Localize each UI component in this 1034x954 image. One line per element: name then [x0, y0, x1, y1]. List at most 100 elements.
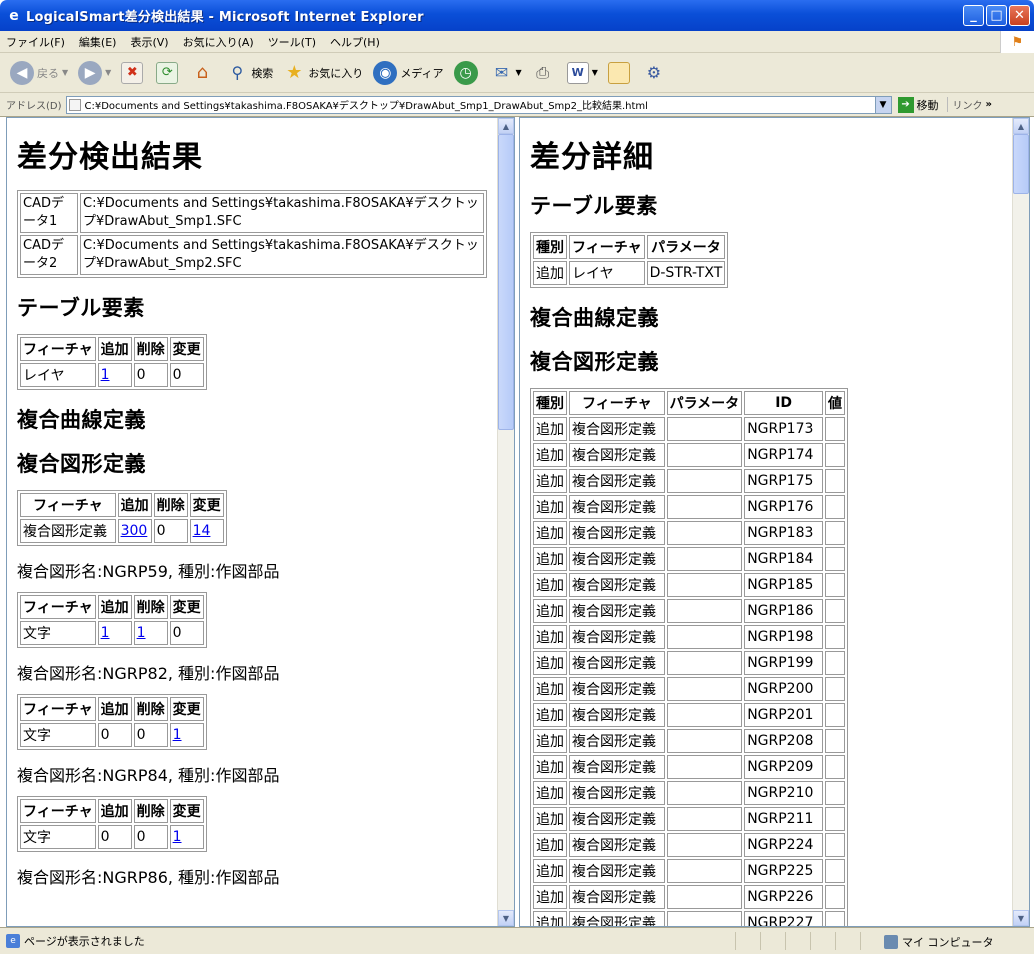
table-cell: 追加: [533, 469, 567, 493]
maximize-button[interactable]: □: [986, 5, 1007, 26]
stop-icon: ✖: [121, 61, 144, 84]
table-row: 追加 複合図形定義 NGRP176: [533, 495, 846, 519]
added-count-link[interactable]: 1: [97, 621, 132, 645]
favorites-label: お気に入り: [308, 66, 364, 80]
table-cell: 追加: [533, 833, 567, 857]
history-button[interactable]: ◷: [453, 60, 481, 85]
table-row: 追加 複合図形定義 NGRP199: [533, 651, 846, 675]
status-divider: [835, 932, 836, 950]
column-header: 追加: [97, 337, 132, 361]
deleted-count-link[interactable]: 1: [133, 621, 168, 645]
links-expand-icon[interactable]: »: [986, 99, 992, 110]
status-divider: [735, 932, 736, 950]
scroll-up-icon[interactable]: ▲: [1013, 118, 1029, 134]
stop-button[interactable]: ✖: [121, 61, 146, 84]
column-header: フィーチャ: [20, 799, 96, 823]
table-cell: NGRP174: [744, 443, 824, 467]
table-row: 追加 複合図形定義 NGRP183: [533, 521, 846, 545]
refresh-button[interactable]: ⟳: [156, 61, 181, 84]
scroll-down-icon[interactable]: ▼: [498, 910, 514, 926]
home-button[interactable]: ⌂: [191, 62, 216, 84]
table-row: 追加 複合図形定義 NGRP226: [533, 885, 846, 909]
table-cell: [666, 781, 743, 805]
table-row: 追加 複合図形定義 NGRP173: [533, 417, 846, 441]
table-row: 追加 複合図形定義 NGRP209: [533, 755, 846, 779]
media-button[interactable]: ◉ メディア: [373, 60, 444, 85]
minimize-button[interactable]: _: [963, 5, 984, 26]
added-count-link[interactable]: 300: [117, 519, 152, 543]
forward-button[interactable]: ▶ ▼: [78, 60, 111, 85]
close-button[interactable]: ✕: [1009, 5, 1030, 26]
address-label: アドレス(D): [6, 101, 62, 112]
table-cell: 追加: [533, 573, 567, 597]
table-cell: [825, 781, 846, 805]
scroll-thumb[interactable]: [1013, 134, 1029, 194]
column-header: フィーチャ: [569, 235, 645, 259]
back-dropdown-icon[interactable]: ▼: [62, 68, 68, 77]
scroll-up-icon[interactable]: ▲: [498, 118, 514, 134]
table-row: 追加 複合図形定義 NGRP211: [533, 807, 846, 831]
table-cell: NGRP175: [744, 469, 824, 493]
table-cell: レイヤ: [569, 261, 645, 285]
table-cell: [825, 911, 846, 926]
go-button[interactable]: ➔ 移動: [897, 96, 939, 113]
mail-icon: ✉: [494, 63, 509, 82]
added-count-link[interactable]: 1: [97, 363, 132, 387]
menu-file[interactable]: ファイル(F): [6, 34, 65, 50]
forward-dropdown-icon[interactable]: ▼: [105, 68, 111, 77]
back-button[interactable]: ◀ 戻る ▼: [10, 60, 68, 85]
changed-count-link[interactable]: 1: [169, 825, 204, 849]
discuss-button[interactable]: [607, 61, 633, 84]
status-divider: [760, 932, 761, 950]
table-cell: 複合図形定義: [569, 677, 665, 701]
column-header: 追加: [117, 493, 152, 517]
menu-favorites[interactable]: お気に入り(A): [183, 34, 254, 50]
right-scrollbar[interactable]: ▲ ▼: [1012, 118, 1029, 926]
scroll-thumb[interactable]: [498, 134, 514, 430]
table-cell: 0: [169, 621, 204, 645]
research-button[interactable]: ⚙: [643, 62, 668, 84]
scroll-down-icon[interactable]: ▼: [1013, 910, 1029, 926]
table-cell: [666, 703, 743, 727]
mail-dropdown-icon[interactable]: ▼: [516, 68, 522, 77]
search-button[interactable]: ⚲ 検索: [226, 62, 273, 84]
edit-button[interactable]: W ▼: [566, 61, 598, 84]
menu-view[interactable]: 表示(V): [130, 34, 168, 50]
table-cell: 複合図形定義: [569, 885, 665, 909]
column-header: 変更: [189, 493, 224, 517]
edit-dropdown-icon[interactable]: ▼: [592, 68, 598, 77]
table-cell: [666, 885, 743, 909]
table-row: 追加 レイヤ D-STR-TXT: [533, 261, 726, 285]
table-cell: レイヤ: [20, 363, 96, 387]
table-cell: [825, 521, 846, 545]
table-cell: NGRP183: [744, 521, 824, 545]
menu-help[interactable]: ヘルプ(H): [330, 34, 380, 50]
changed-count-link[interactable]: 1: [169, 723, 204, 747]
left-scrollbar[interactable]: ▲ ▼: [497, 118, 514, 926]
right-frame-content: 差分詳細 テーブル要素 種別 フィーチャ パラメータ 追加 レイヤ D-STR-…: [520, 118, 1012, 926]
table-header-row: フィーチャ 追加 削除 変更: [20, 697, 204, 721]
table-row: 追加 複合図形定義 NGRP224: [533, 833, 846, 857]
table-cell: 複合図形定義: [569, 703, 665, 727]
menu-tools[interactable]: ツール(T): [268, 34, 316, 50]
table-cell: [825, 859, 846, 883]
table-cell: 追加: [533, 859, 567, 883]
table-row: 追加 複合図形定義 NGRP200: [533, 677, 846, 701]
table-cell: NGRP176: [744, 495, 824, 519]
address-input[interactable]: C:¥Documents and Settings¥takashima.F8OS…: [65, 95, 892, 114]
favorites-button[interactable]: ★ お気に入り: [283, 62, 363, 84]
media-label: メディア: [400, 66, 444, 80]
table-cell: NGRP185: [744, 573, 824, 597]
group-caption: 複合図形名:NGRP82, 種別:作図部品: [17, 664, 280, 683]
menu-edit[interactable]: 編集(E): [79, 34, 117, 50]
address-dropdown-icon[interactable]: ▼: [874, 96, 891, 113]
table-cell: [825, 417, 846, 441]
address-value: C:¥Documents and Settings¥takashima.F8OS…: [84, 101, 648, 112]
changed-count-link[interactable]: 14: [189, 519, 224, 543]
mail-button[interactable]: ✉ ▼: [491, 62, 522, 84]
discuss-icon: [607, 61, 630, 84]
print-button[interactable]: ⎙: [532, 62, 557, 84]
column-header: 削除: [133, 799, 168, 823]
links-button[interactable]: リンク: [946, 97, 983, 112]
table-cell: 複合図形定義: [569, 443, 665, 467]
